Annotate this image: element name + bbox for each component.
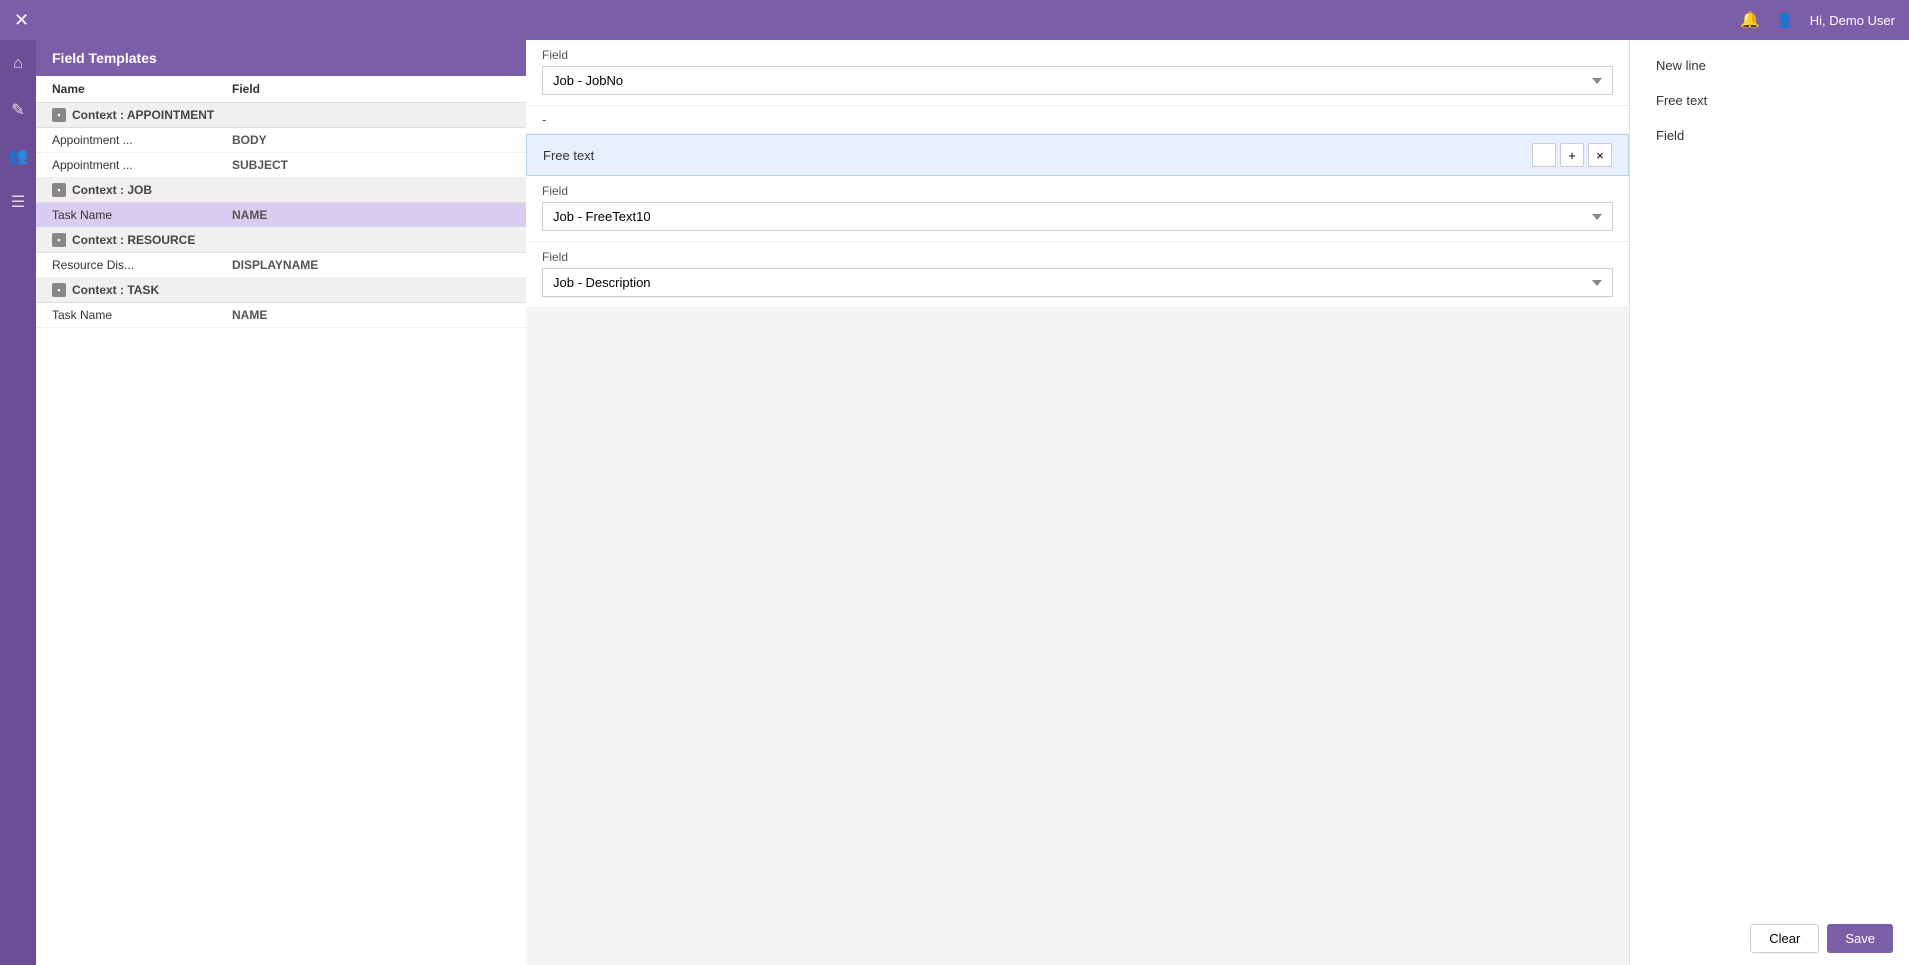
free-text-label: Free text	[543, 148, 594, 163]
sidebar-edit-icon[interactable]: ✎	[4, 96, 32, 124]
free-text-header: Free text + ×	[527, 135, 1628, 175]
separator-value: -	[542, 112, 546, 127]
context-task-label: Context : TASK	[72, 283, 159, 297]
topbar-right: 🔔 👤 Hi, Demo User	[1740, 10, 1895, 30]
list-item[interactable]: Appointment ... BODY	[36, 128, 526, 153]
main-layout: ⌂ ✎ 👥 ☰ Field Templates Name Field ▪ Con…	[0, 40, 1909, 965]
bell-icon[interactable]: 🔔	[1740, 10, 1760, 30]
row-name: Appointment ...	[52, 158, 232, 172]
free-text-section: Free text + ×	[526, 134, 1629, 176]
list-item[interactable]: Appointment ... SUBJECT	[36, 153, 526, 178]
list-item-selected[interactable]: Task Name NAME	[36, 203, 526, 228]
context-job-label: Context : JOB	[72, 183, 152, 197]
field-select-row-3: Job - Description	[526, 268, 1629, 307]
free-text-empty-btn[interactable]	[1532, 143, 1556, 167]
row-name: Task Name	[52, 208, 232, 222]
context-resource-label: Context : RESOURCE	[72, 233, 195, 247]
context-resource: ▪ Context : RESOURCE	[36, 228, 526, 253]
right-panel-actions: Clear Save	[1646, 924, 1893, 953]
field-section-3: Field Job - Description	[526, 242, 1629, 308]
context-appointment-icon: ▪	[52, 108, 66, 122]
field-label-2: Field	[526, 176, 1629, 202]
row-field: NAME	[232, 208, 510, 222]
col-name-header: Name	[52, 82, 232, 96]
sidebar-users-icon[interactable]: 👥	[4, 142, 32, 170]
context-job-icon: ▪	[52, 183, 66, 197]
list-item[interactable]: Resource Dis... DISPLAYNAME	[36, 253, 526, 278]
free-text-close-btn[interactable]: ×	[1588, 143, 1612, 167]
close-icon[interactable]: ✕	[14, 10, 29, 31]
field-select-3[interactable]: Job - Description	[542, 268, 1613, 297]
left-panel: Field Templates Name Field ▪ Context : A…	[36, 40, 526, 965]
field-select-2[interactable]: Job - FreeText10	[542, 202, 1613, 231]
row-field: NAME	[232, 308, 510, 322]
field-select-row-2: Job - FreeText10	[526, 202, 1629, 241]
context-job: ▪ Context : JOB	[36, 178, 526, 203]
row-name: Task Name	[52, 308, 232, 322]
row-name: Resource Dis...	[52, 258, 232, 272]
row-field: DISPLAYNAME	[232, 258, 510, 272]
user-icon: 👤	[1776, 12, 1793, 29]
right-panel-field[interactable]: Field	[1646, 122, 1893, 149]
list-item[interactable]: Task Name NAME	[36, 303, 526, 328]
left-panel-title: Field Templates	[36, 40, 526, 76]
right-panel-new-line[interactable]: New line	[1646, 52, 1893, 79]
user-label: Hi, Demo User	[1810, 13, 1895, 28]
sidebar-home-icon[interactable]: ⌂	[4, 50, 32, 78]
clear-button[interactable]: Clear	[1750, 924, 1819, 953]
sidebar-menu-icon[interactable]: ☰	[4, 188, 32, 216]
col-field-header: Field	[232, 82, 510, 96]
field-select-1[interactable]: Job - JobNo	[542, 66, 1613, 95]
save-button[interactable]: Save	[1827, 924, 1893, 953]
right-panel: New line Free text Field Clear Save	[1629, 40, 1909, 965]
field-label-3: Field	[526, 242, 1629, 268]
context-task-icon: ▪	[52, 283, 66, 297]
context-appointment-label: Context : APPOINTMENT	[72, 108, 214, 122]
free-text-add-btn[interactable]: +	[1560, 143, 1584, 167]
row-field: SUBJECT	[232, 158, 510, 172]
topbar-left: ✕	[14, 10, 29, 31]
row-field: BODY	[232, 133, 510, 147]
row-name: Appointment ...	[52, 133, 232, 147]
right-panel-free-text[interactable]: Free text	[1646, 87, 1893, 114]
context-task: ▪ Context : TASK	[36, 278, 526, 303]
context-resource-icon: ▪	[52, 233, 66, 247]
field-select-row-1: Job - JobNo	[526, 66, 1629, 105]
field-templates-list: ▪ Context : APPOINTMENT Appointment ... …	[36, 103, 526, 965]
topbar: ✕ 🔔 👤 Hi, Demo User	[0, 0, 1909, 40]
context-appointment: ▪ Context : APPOINTMENT	[36, 103, 526, 128]
free-text-actions: + ×	[1532, 143, 1612, 167]
field-section-1: Field Job - JobNo	[526, 40, 1629, 106]
field-label-1: Field	[526, 40, 1629, 66]
separator-row: -	[526, 106, 1629, 134]
field-section-2: Field Job - FreeText10	[526, 176, 1629, 242]
center-panel: Field Job - JobNo - Free text + ×	[526, 40, 1629, 965]
sidebar: ⌂ ✎ 👥 ☰	[0, 40, 36, 965]
column-headers: Name Field	[36, 76, 526, 103]
